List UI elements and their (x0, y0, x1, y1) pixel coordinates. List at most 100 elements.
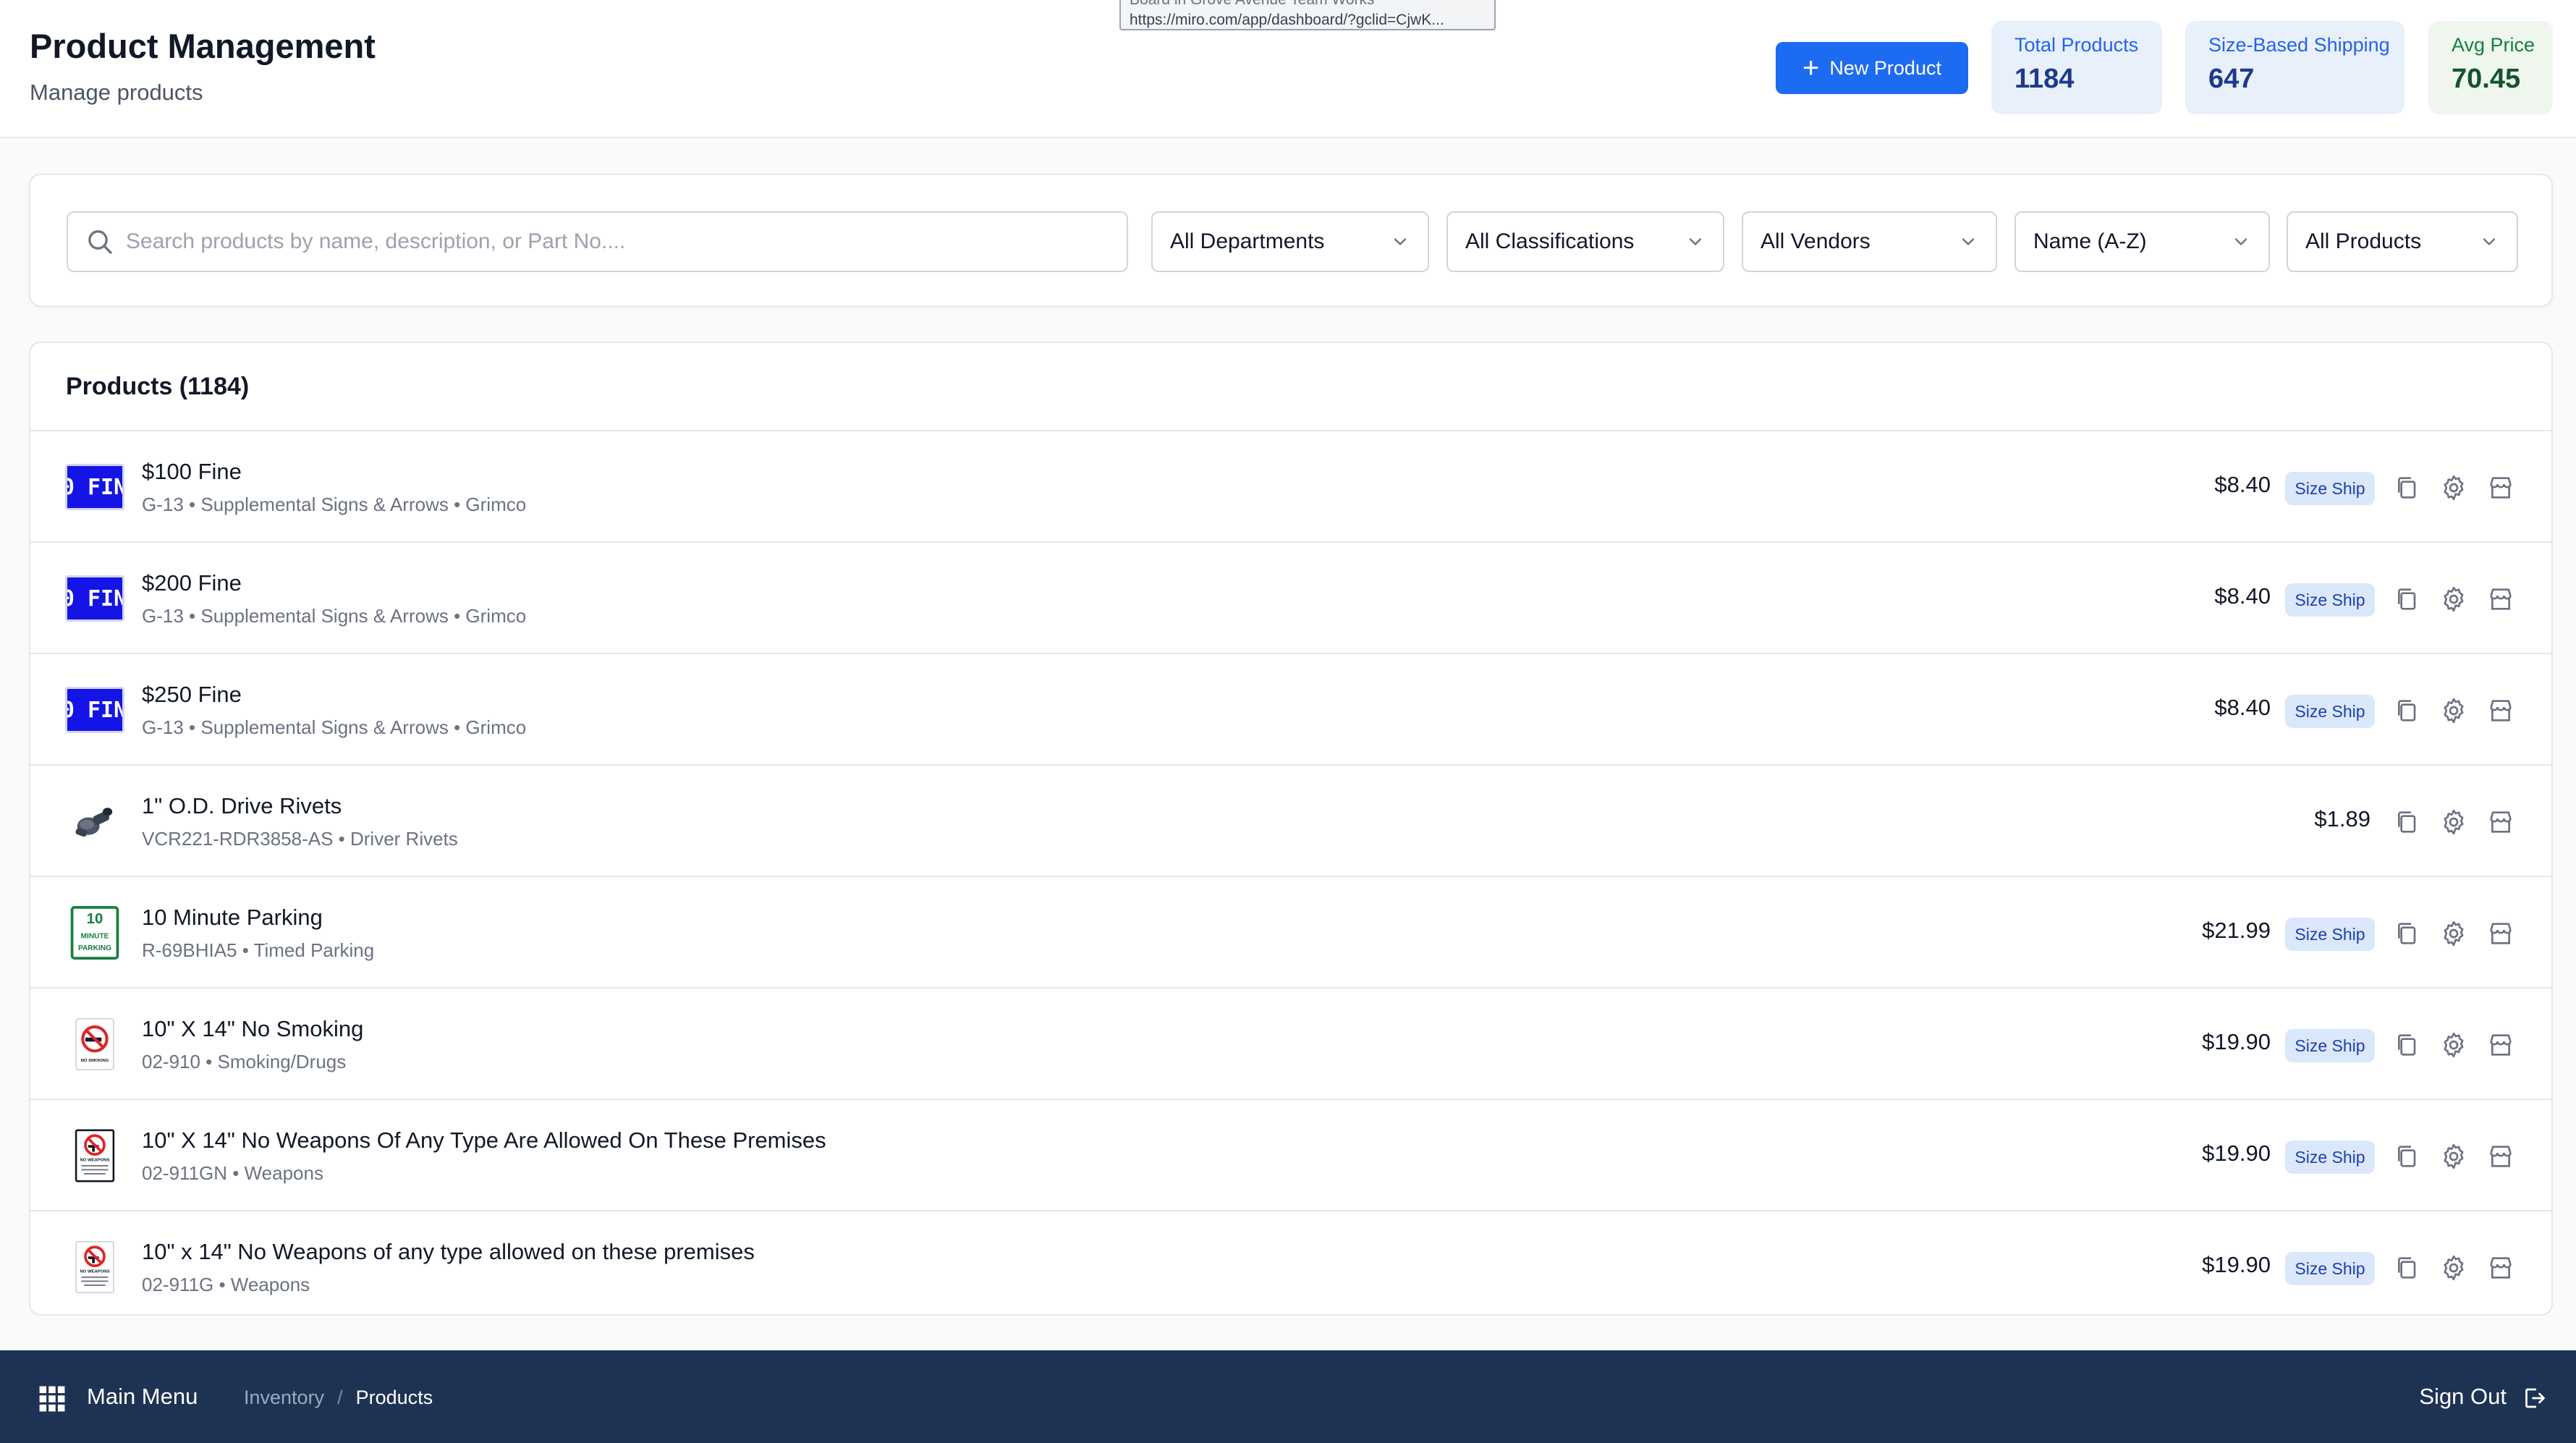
product-price: $8.40 (2214, 583, 2271, 609)
product-name: 1" O.D. Drive Rivets (142, 793, 342, 818)
gear-icon[interactable] (2439, 1253, 2468, 1282)
product-filter-select[interactable]: All Products (2287, 211, 2518, 272)
store-icon[interactable] (2486, 473, 2515, 502)
stat-value: 647 (2208, 64, 2255, 94)
tooltip-url: https://miro.com/app/dashboard/?gclid=Cj… (1130, 12, 1444, 28)
new-product-button[interactable]: + New Product (1776, 42, 1968, 94)
svg-text:NO WEAPONS: NO WEAPONS (80, 1158, 109, 1162)
product-row[interactable]: NO WEAPONS 10" x 14" No Weapons of any t… (30, 1211, 2551, 1314)
stat-total-products: Total Products 1184 (1991, 21, 2162, 114)
stat-label: Avg Price (2452, 34, 2535, 56)
store-icon[interactable] (2486, 808, 2515, 837)
vendor-select[interactable]: All Vendors (1742, 211, 1997, 272)
product-row[interactable]: 200 FINE $200 Fine G-13 • Supplemental S… (30, 543, 2551, 654)
duplicate-icon[interactable] (2393, 696, 2422, 725)
product-thumbnail: 200 FINE (65, 575, 124, 622)
tooltip-line-1: Board in Grove Avenue Team Works (1130, 0, 1486, 10)
product-price: $19.90 (2202, 1141, 2271, 1166)
store-icon[interactable] (2486, 585, 2515, 614)
size-ship-badge: Size Ship (2285, 1029, 2375, 1062)
gear-icon[interactable] (2439, 919, 2468, 948)
duplicate-icon[interactable] (2393, 1031, 2422, 1059)
product-name: $100 Fine (142, 459, 242, 484)
sign-out-icon[interactable] (2521, 1385, 2547, 1411)
svg-text:10: 10 (87, 911, 103, 927)
size-ship-badge: Size Ship (2285, 918, 2375, 951)
classification-select[interactable]: All Classifications (1446, 211, 1724, 272)
gear-icon[interactable] (2439, 1031, 2468, 1059)
page-subtitle: Manage products (30, 80, 203, 105)
product-price: $21.99 (2202, 918, 2271, 943)
svg-text:NO SMOKING: NO SMOKING (81, 1059, 109, 1063)
product-name: $200 Fine (142, 570, 242, 596)
breadcrumb-inventory[interactable]: Inventory (244, 1387, 324, 1409)
store-icon[interactable] (2486, 1142, 2515, 1171)
breadcrumb-products: Products (355, 1387, 433, 1408)
chevron-down-icon (1689, 238, 1702, 245)
product-meta: 02-910 • Smoking/Drugs (142, 1051, 347, 1072)
apps-grid-icon[interactable] (38, 1385, 66, 1413)
product-thumbnail: NO WEAPONS (65, 1240, 124, 1294)
product-price: $1.89 (2314, 806, 2370, 831)
duplicate-icon[interactable] (2393, 585, 2422, 614)
search-input[interactable] (114, 213, 1127, 271)
no-weapons-sign-image: NO WEAPONS (75, 1129, 115, 1182)
duplicate-icon[interactable] (2393, 1142, 2422, 1171)
main-menu-button[interactable]: Main Menu (87, 1384, 198, 1410)
sign-out-button[interactable]: Sign Out (2419, 1384, 2507, 1410)
parking-sign-image: 10 MINUTE PARKING (70, 906, 119, 960)
product-row[interactable]: 250 FINE $250 Fine G-13 • Supplemental S… (30, 654, 2551, 766)
department-select[interactable]: All Departments (1151, 211, 1429, 272)
store-icon[interactable] (2486, 1031, 2515, 1059)
product-row[interactable]: 10 MINUTE PARKING 10 Minute Parking R-69… (30, 877, 2551, 989)
duplicate-icon[interactable] (2393, 808, 2422, 837)
sort-select[interactable]: Name (A-Z) (2014, 211, 2270, 272)
gear-icon[interactable] (2439, 808, 2468, 837)
store-icon[interactable] (2486, 696, 2515, 725)
gear-icon[interactable] (2439, 585, 2468, 614)
product-thumbnail: 250 FINE (65, 687, 124, 733)
product-row[interactable]: NO WEAPONS 10" X 14" No Weapons Of Any T… (30, 1100, 2551, 1211)
size-ship-badge: Size Ship (2285, 1252, 2375, 1285)
size-ship-badge: Size Ship (2285, 695, 2375, 728)
product-list-heading: Products (1184) (30, 343, 2551, 431)
svg-text:MINUTE: MINUTE (81, 932, 109, 940)
no-weapons-sign-image: NO WEAPONS (75, 1240, 114, 1294)
store-icon[interactable] (2486, 1253, 2515, 1282)
classification-select-value: All Classifications (1465, 229, 1635, 253)
product-meta: G-13 • Supplemental Signs & Arrows • Gri… (142, 605, 527, 627)
stat-label: Total Products (2014, 34, 2139, 56)
stat-value: 70.45 (2452, 64, 2521, 94)
product-meta: 02-911GN • Weapons (142, 1162, 323, 1184)
duplicate-icon[interactable] (2393, 919, 2422, 948)
duplicate-icon[interactable] (2393, 473, 2422, 502)
gear-icon[interactable] (2439, 696, 2468, 725)
product-row[interactable]: 1" O.D. Drive Rivets VCR221-RDR3858-AS •… (30, 766, 2551, 877)
product-thumbnail: 100 FINE (65, 464, 124, 510)
product-thumbnail: 10 MINUTE PARKING (65, 906, 124, 960)
product-list: Products (1184) 100 FINE $100 Fine G-13 … (29, 342, 2553, 1316)
duplicate-icon[interactable] (2393, 1253, 2422, 1282)
chevron-down-icon (2483, 238, 2496, 245)
product-row[interactable]: NO SMOKING 10" X 14" No Smoking 02-910 •… (30, 989, 2551, 1100)
svg-text:PARKING: PARKING (78, 944, 111, 952)
product-filter-select-value: All Products (2305, 229, 2422, 253)
breadcrumb-separator: / (337, 1387, 343, 1408)
link-tooltip: Board in Grove Avenue Team Works https:/… (1119, 0, 1496, 30)
store-icon[interactable] (2486, 919, 2515, 948)
chevron-down-icon (2234, 238, 2247, 245)
product-row[interactable]: 100 FINE $100 Fine G-13 • Supplemental S… (30, 431, 2551, 543)
svg-text:NO WEAPONS: NO WEAPONS (80, 1269, 109, 1274)
filter-bar: All Departments All Classifications All … (29, 174, 2553, 307)
search-box[interactable] (67, 211, 1128, 272)
product-meta: G-13 • Supplemental Signs & Arrows • Gri… (142, 716, 527, 738)
department-select-value: All Departments (1170, 229, 1325, 253)
product-price: $8.40 (2214, 695, 2271, 720)
stat-label: Size-Based Shipping (2208, 34, 2390, 56)
new-product-label: New Product (1829, 56, 1941, 79)
gear-icon[interactable] (2439, 473, 2468, 502)
page-header: Product Management Manage products Board… (0, 0, 2576, 138)
gear-icon[interactable] (2439, 1142, 2468, 1171)
product-meta: G-13 • Supplemental Signs & Arrows • Gri… (142, 494, 527, 515)
size-ship-badge: Size Ship (2285, 1141, 2375, 1174)
